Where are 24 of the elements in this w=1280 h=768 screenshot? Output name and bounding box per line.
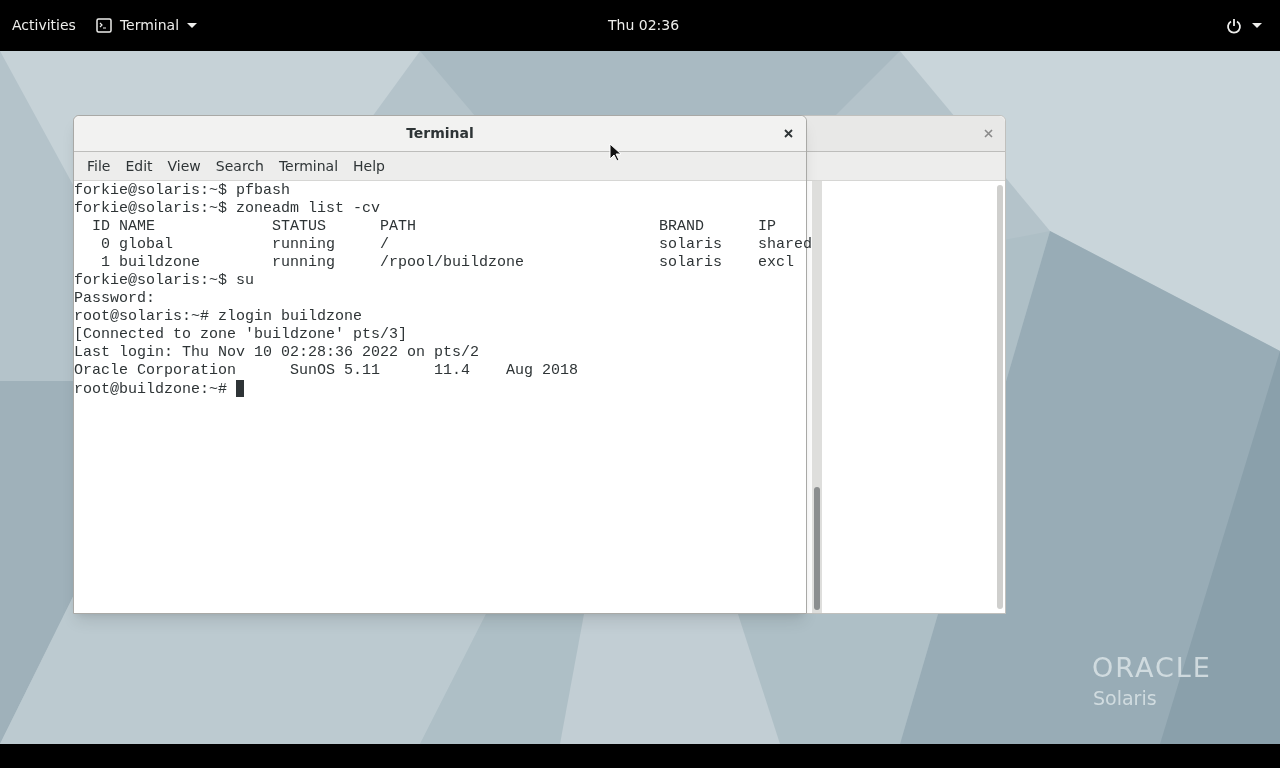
activities-button[interactable]: Activities bbox=[12, 15, 76, 36]
text-cursor bbox=[236, 380, 245, 397]
app-menu[interactable]: Terminal bbox=[95, 15, 198, 36]
mouse-pointer-icon bbox=[609, 143, 621, 162]
clock[interactable]: Thu 02:36 bbox=[608, 15, 680, 36]
terminal-icon bbox=[95, 18, 112, 33]
caret-icon bbox=[1252, 22, 1262, 29]
menu-item[interactable]: Terminal bbox=[272, 155, 345, 177]
logo-subtitle: Solaris bbox=[1093, 689, 1157, 708]
scrollbar-thumb[interactable] bbox=[814, 487, 821, 610]
menu-item[interactable]: File bbox=[81, 155, 117, 177]
scrollbar[interactable] bbox=[997, 185, 1003, 609]
close-icon[interactable] bbox=[784, 129, 793, 138]
power-icon bbox=[1226, 17, 1242, 34]
caret-icon bbox=[187, 22, 198, 29]
menu-item[interactable]: Help bbox=[347, 155, 391, 177]
scrollbar[interactable] bbox=[812, 181, 823, 613]
oracle-logo: ORACLE bbox=[1092, 654, 1212, 681]
menu-item[interactable]: View bbox=[161, 155, 207, 177]
window-title: Terminal bbox=[406, 124, 474, 143]
terminal-output[interactable]: forkie@solaris:~$ pfbash forkie@solaris:~$ zoneadm list -cv ID NAME STATUS PATH BRAND IP 0 global running / solaris shared 1 buildzone running /rpool/buildzone solaris excl forkie@solaris:~$ su Password: root@solaris:~# zlogin buildzone [Connected to zone 'buildzone' pts/3] Last login: Thu Nov 10 02:28:36 2022 on pts/2 Oracle Corporation SunOS 5.11 11.4 Aug 2018 root@buildzone:~# bbox=[74, 181, 813, 613]
system-menu[interactable] bbox=[1226, 17, 1262, 34]
menu-item[interactable]: Search bbox=[209, 155, 270, 177]
menu-item[interactable]: Edit bbox=[119, 155, 159, 177]
